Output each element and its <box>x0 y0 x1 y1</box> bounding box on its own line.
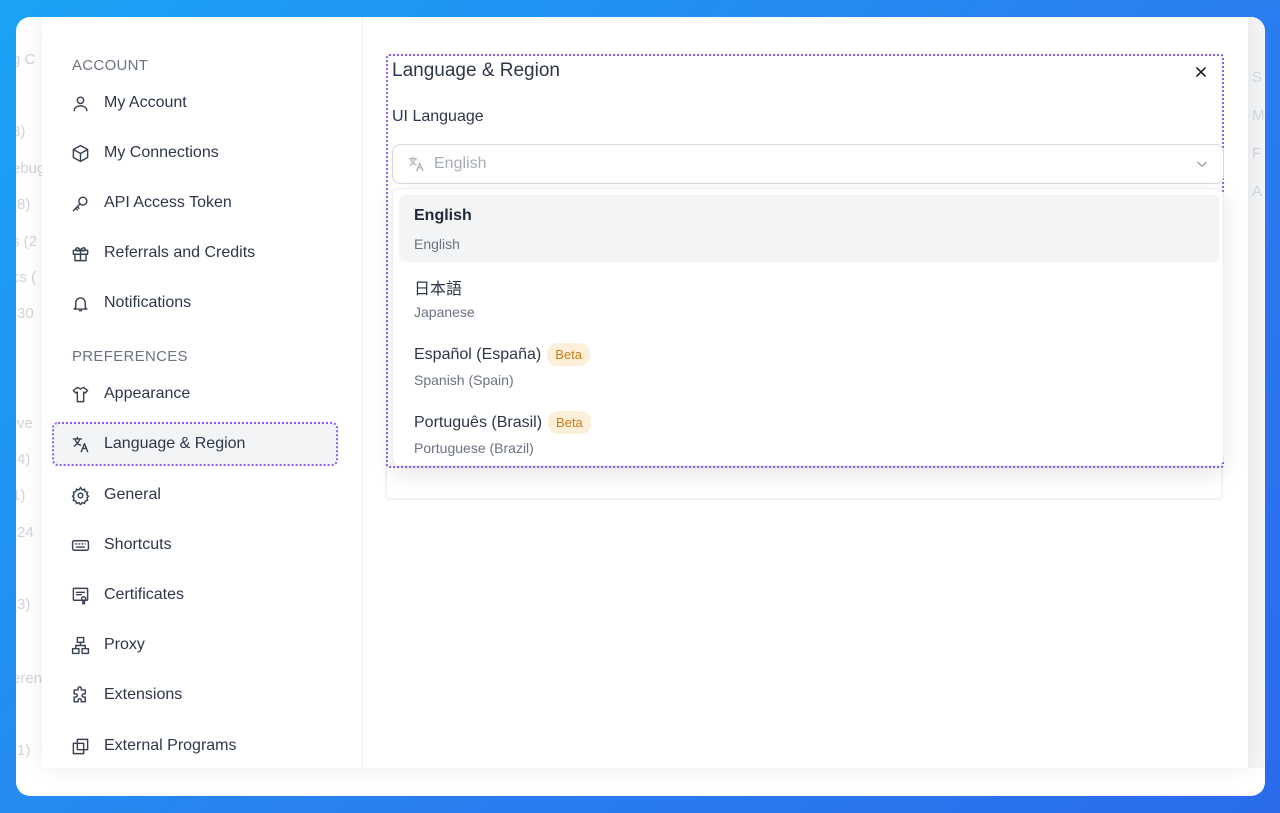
sidebar-item-label: My Account <box>104 94 187 111</box>
key-icon <box>70 193 90 213</box>
ui-language-select[interactable]: English <box>392 144 1224 184</box>
keyboard-icon <box>70 535 90 555</box>
sidebar-item-label: Certificates <box>104 586 185 603</box>
beta-badge: Beta <box>547 343 590 366</box>
bg-fragment: (8) <box>16 196 31 213</box>
option-subtitle: English <box>414 236 460 252</box>
sidebar-item-proxy[interactable]: Proxy <box>54 625 336 665</box>
option-subtitle: Spanish (Spain) <box>414 372 514 388</box>
cube-icon <box>70 143 90 163</box>
bg-fragment: rve <box>16 415 33 432</box>
gift-icon <box>70 243 90 263</box>
sidebar-item-general[interactable]: General <box>54 475 336 515</box>
bg-fragment: 3) <box>16 123 26 140</box>
sidebar-item-my-connections[interactable]: My Connections <box>54 133 336 173</box>
puzzle-icon <box>70 685 90 705</box>
language-option-spanish[interactable]: Español (España) Beta Spanish (Spain) <box>399 331 1219 398</box>
sidebar-item-referrals-and-credits[interactable]: Referrals and Credits <box>54 233 336 273</box>
bg-fragment: 1) <box>16 487 26 504</box>
user-icon <box>70 93 90 113</box>
bg-fragment: (3) <box>16 596 31 613</box>
language-option-english[interactable]: English English <box>399 195 1219 262</box>
chevron-down-icon <box>1197 161 1207 167</box>
settings-sidebar: ACCOUNT My Account My Connections API Ac… <box>42 17 363 768</box>
option-name: Português (Brasil) <box>414 413 543 431</box>
select-value: English <box>434 155 487 172</box>
option-subtitle: Portuguese (Brazil) <box>414 440 534 456</box>
sidebar-item-label: API Access Token <box>104 194 232 211</box>
sidebar-item-label: Referrals and Credits <box>104 244 256 261</box>
certificate-icon <box>70 585 90 605</box>
app-window: g C ) 3) ebug (8) s (2 cs ( (30 rve (4) … <box>16 17 1265 796</box>
sidebar-item-label: Appearance <box>104 385 191 402</box>
sidebar-item-notifications[interactable]: Notifications <box>54 283 336 323</box>
background-app-left: g C ) 3) ebug (8) s (2 cs ( (30 rve (4) … <box>16 17 42 796</box>
settings-modal: ACCOUNT My Account My Connections API Ac… <box>42 17 1248 768</box>
sidebar-item-label: Proxy <box>104 636 145 653</box>
language-region-panel: Language & Region UI Language English En… <box>386 54 1224 468</box>
sidebar-item-label: Extensions <box>104 686 183 703</box>
preferences-section-title: PREFERENCES <box>72 348 188 365</box>
network-icon <box>70 635 90 655</box>
sidebar-item-label: Notifications <box>104 294 192 311</box>
gear-icon <box>70 485 90 505</box>
sidebar-item-my-account[interactable]: My Account <box>54 83 336 123</box>
sidebar-item-language-region[interactable]: Language & Region <box>52 422 338 466</box>
sidebar-item-label: My Connections <box>104 144 219 161</box>
option-name: Español (España) <box>414 345 542 363</box>
sidebar-item-appearance[interactable]: Appearance <box>54 374 336 414</box>
translate-icon <box>408 156 424 172</box>
bg-fragment: (24 <box>16 524 34 541</box>
sidebar-item-label: Language & Region <box>104 435 246 452</box>
bg-fragment: A <box>1252 183 1263 200</box>
bell-icon <box>70 293 90 313</box>
bg-fragment: (30 <box>16 305 34 322</box>
bg-fragment: g C <box>16 51 36 68</box>
bg-fragment: (4) <box>16 451 31 468</box>
background-app-right: S M F A <box>1248 17 1265 768</box>
bg-fragment: M <box>1252 107 1265 124</box>
account-section-title: ACCOUNT <box>72 57 149 74</box>
shirt-icon <box>70 384 90 404</box>
language-option-japanese[interactable]: 日本語 Japanese <box>399 263 1219 330</box>
language-option-portuguese[interactable]: Português (Brasil) Beta Portuguese (Brazi… <box>399 399 1219 466</box>
page-title: Language & Region <box>392 60 560 81</box>
bg-fragment: F <box>1252 145 1262 162</box>
option-name: 日本語 <box>414 281 463 298</box>
sidebar-item-external-programs[interactable]: External Programs <box>54 726 336 766</box>
sidebar-item-certificates[interactable]: Certificates <box>54 575 336 615</box>
option-name: English <box>414 207 472 224</box>
bg-fragment: (1) <box>16 742 31 759</box>
bg-fragment: eren <box>16 670 42 687</box>
bg-fragment: ebug <box>16 160 42 177</box>
close-icon <box>1196 67 1206 77</box>
language-dropdown: English English 日本語 Japanese Español (Es… <box>392 188 1224 466</box>
translate-icon <box>70 434 90 454</box>
sidebar-item-extensions[interactable]: Extensions <box>54 675 336 715</box>
sidebar-item-label: General <box>104 486 161 503</box>
bg-fragment: S <box>1252 69 1263 86</box>
option-subtitle: Japanese <box>414 304 475 320</box>
beta-badge: Beta <box>548 411 591 434</box>
settings-content: Language & Region UI Language English En… <box>364 17 1248 768</box>
sidebar-item-label: External Programs <box>104 737 237 754</box>
sidebar-item-shortcuts[interactable]: Shortcuts <box>54 525 336 565</box>
close-button[interactable] <box>1192 63 1210 81</box>
bg-fragment: ) <box>16 89 17 106</box>
copy-icon <box>70 736 90 756</box>
bg-fragment: cs ( <box>16 269 37 286</box>
ui-language-label: UI Language <box>392 108 484 125</box>
sidebar-item-api-access-token[interactable]: API Access Token <box>54 183 336 223</box>
sidebar-item-label: Shortcuts <box>104 536 172 553</box>
bg-fragment: s (2 <box>16 233 38 250</box>
